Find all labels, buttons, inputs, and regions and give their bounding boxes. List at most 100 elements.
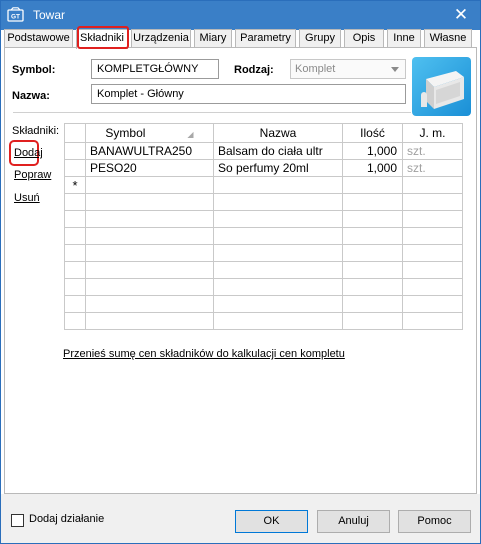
window-title: Towar xyxy=(33,8,66,22)
cell-symbol[interactable]: BANAWULTRA250 xyxy=(85,142,214,160)
empty-cell xyxy=(213,261,343,279)
empty-cell xyxy=(213,278,343,296)
column-header-nazwa[interactable]: Nazwa xyxy=(213,123,343,143)
cell-ilosc[interactable]: 1,000 xyxy=(342,142,403,160)
tab-strip: Podstawowe Składniki Urządzenia Miary Pa… xyxy=(4,26,479,49)
empty-cell xyxy=(85,261,214,279)
table-row[interactable]: BANAWULTRA250 Balsam do ciała ultr 1,000… xyxy=(64,142,463,160)
empty-row xyxy=(64,193,463,211)
empty-cell xyxy=(64,278,86,296)
row-selector[interactable] xyxy=(64,159,86,177)
components-table: Symbol ◢ Nazwa Ilość J. m. BANAWULTRA250 … xyxy=(64,123,463,330)
ok-button[interactable]: OK xyxy=(235,510,308,533)
tab-opis[interactable]: Opis xyxy=(344,29,384,48)
edit-link[interactable]: Popraw xyxy=(14,169,51,181)
empty-cell xyxy=(85,193,214,211)
empty-cell[interactable] xyxy=(342,176,403,194)
empty-cell xyxy=(64,261,86,279)
empty-cell[interactable] xyxy=(213,176,343,194)
empty-cell[interactable] xyxy=(402,176,463,194)
tab-inne[interactable]: Inne xyxy=(387,29,421,48)
empty-cell xyxy=(64,227,86,245)
empty-cell xyxy=(402,244,463,262)
empty-row xyxy=(64,244,463,262)
empty-cell xyxy=(213,244,343,262)
add-link[interactable]: Dodaj xyxy=(14,147,43,159)
empty-cell xyxy=(402,295,463,313)
app-icon: GT xyxy=(7,7,24,22)
nazwa-field[interactable]: Komplet - Główny xyxy=(91,84,406,104)
svg-text:GT: GT xyxy=(11,14,20,21)
new-row[interactable]: * xyxy=(64,176,463,194)
empty-cell xyxy=(402,227,463,245)
column-header-symbol[interactable]: Symbol ◢ xyxy=(85,123,214,143)
empty-cell xyxy=(85,312,214,330)
empty-row xyxy=(64,278,463,296)
cell-symbol[interactable]: PESO20 xyxy=(85,159,214,177)
transfer-price-link[interactable]: Przenieś sumę cen składników do kalkulac… xyxy=(63,348,345,360)
dodaj-dzialanie-label[interactable]: Dodaj działanie xyxy=(29,513,104,525)
empty-cell xyxy=(402,210,463,228)
rodzaj-label: Rodzaj: xyxy=(234,64,274,76)
empty-cell xyxy=(342,244,403,262)
empty-cell xyxy=(64,193,86,211)
tab-miary[interactable]: Miary xyxy=(194,29,232,48)
empty-cell xyxy=(342,193,403,211)
empty-cell xyxy=(342,295,403,313)
tab-grupy[interactable]: Grupy xyxy=(299,29,341,48)
empty-cell xyxy=(342,278,403,296)
empty-cell xyxy=(402,193,463,211)
tab-urzadzenia[interactable]: Urządzenia xyxy=(131,29,191,48)
empty-cell xyxy=(85,227,214,245)
column-header-ilosc[interactable]: Ilość xyxy=(342,123,403,143)
symbol-field[interactable]: KOMPLETGŁÓWNY xyxy=(91,59,219,79)
separator xyxy=(13,112,411,113)
empty-cell xyxy=(342,312,403,330)
empty-cell xyxy=(64,244,86,262)
skladniki-label: Składniki: xyxy=(12,125,60,137)
tab-parametry[interactable]: Parametry xyxy=(235,29,296,48)
window: GT Towar ✕ Podstawowe Składniki Urządzen… xyxy=(0,0,481,544)
sort-icon: ◢ xyxy=(187,130,194,139)
cell-jm[interactable]: szt. xyxy=(402,159,463,177)
empty-cell xyxy=(64,312,86,330)
empty-row xyxy=(64,210,463,228)
cancel-button[interactable]: Anuluj xyxy=(317,510,390,533)
rodzaj-value: Komplet xyxy=(295,63,336,75)
empty-cell xyxy=(342,210,403,228)
table-row[interactable]: PESO20 So perfumy 20ml 1,000 szt. xyxy=(64,159,463,177)
empty-cell xyxy=(85,244,214,262)
empty-cell[interactable] xyxy=(85,176,214,194)
cell-jm[interactable]: szt. xyxy=(402,142,463,160)
empty-row xyxy=(64,261,463,279)
cell-ilosc[interactable]: 1,000 xyxy=(342,159,403,177)
cell-nazwa[interactable]: So perfumy 20ml xyxy=(213,159,343,177)
tab-podstawowe[interactable]: Podstawowe xyxy=(4,29,73,48)
tab-wlasne[interactable]: Własne xyxy=(424,29,472,48)
skladniki-panel: Symbol: KOMPLETGŁÓWNY Rodzaj: Komplet Na… xyxy=(4,47,477,494)
product-image xyxy=(412,57,471,116)
close-icon[interactable]: ✕ xyxy=(452,5,470,25)
footer-bar: Dodaj działanie OK Anuluj Pomoc xyxy=(1,494,480,543)
nazwa-label: Nazwa: xyxy=(12,90,50,102)
empty-cell xyxy=(213,312,343,330)
dodaj-dzialanie-checkbox[interactable] xyxy=(11,514,24,527)
row-selector[interactable] xyxy=(64,142,86,160)
empty-cell xyxy=(213,295,343,313)
empty-row xyxy=(64,312,463,330)
empty-row xyxy=(64,295,463,313)
empty-cell xyxy=(213,210,343,228)
empty-cell xyxy=(64,210,86,228)
product-box-icon xyxy=(421,71,464,109)
column-header-jm[interactable]: J. m. xyxy=(402,123,463,143)
cell-nazwa[interactable]: Balsam do ciała ultr xyxy=(213,142,343,160)
empty-cell xyxy=(85,210,214,228)
empty-cell xyxy=(64,295,86,313)
table-header-row: Symbol ◢ Nazwa Ilość J. m. xyxy=(64,123,463,143)
delete-link[interactable]: Usuń xyxy=(14,192,40,204)
empty-row xyxy=(64,227,463,245)
symbol-label: Symbol: xyxy=(12,64,56,76)
rodzaj-combo[interactable]: Komplet xyxy=(290,59,406,79)
empty-cell xyxy=(213,193,343,211)
help-button[interactable]: Pomoc xyxy=(398,510,471,533)
